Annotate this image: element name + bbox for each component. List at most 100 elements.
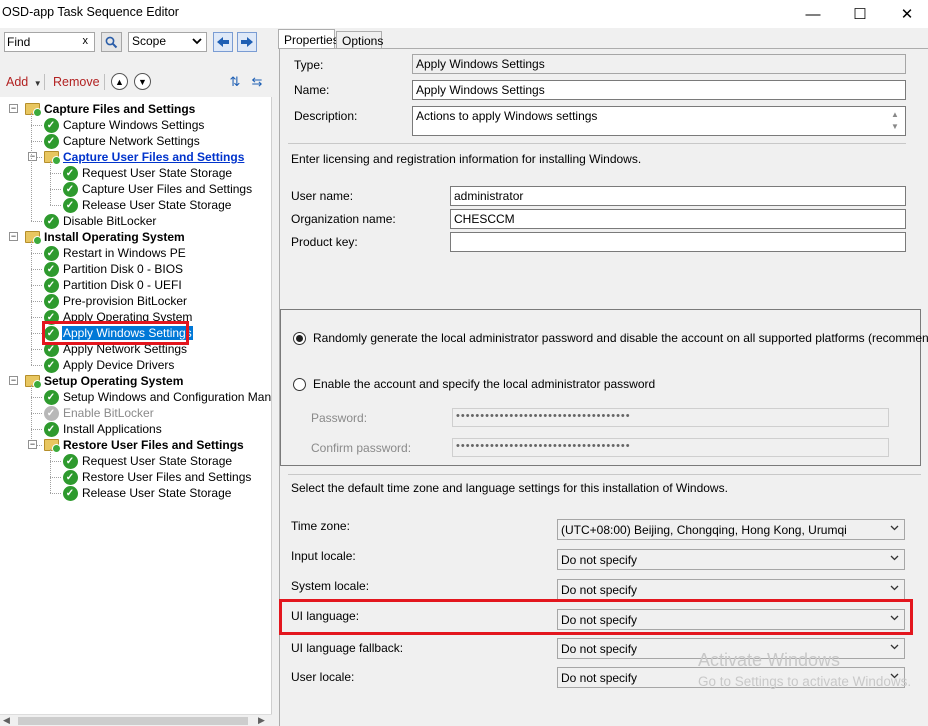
scroll-left-icon[interactable]: ◀ [3, 715, 10, 726]
type-field: Apply Windows Settings [412, 54, 906, 74]
tree-item-label: Install Applications [63, 422, 162, 436]
password-input[interactable]: •••••••••••••••••••••••••••••••••••• [452, 408, 889, 427]
collapse-toggle-icon[interactable]: − [9, 232, 18, 241]
activation-watermark-title: Activate Windows [698, 650, 841, 670]
scrollbar-thumb[interactable] [18, 717, 248, 725]
tree-connector [31, 333, 42, 334]
tree-item-label: Partition Disk 0 - UEFI [63, 278, 182, 292]
add-label: Add [6, 75, 29, 89]
ui-fallback-value: Do not specify [561, 642, 638, 656]
step-check-icon: ✓ [43, 293, 59, 309]
tree-item[interactable]: ✓ Partition Disk 0 - UEFI [43, 277, 183, 293]
step-check-icon: ✓ [43, 277, 59, 293]
move-down-button[interactable]: ▼ [134, 73, 151, 90]
timezone-label: Time zone: [291, 519, 350, 533]
scroll-right-icon[interactable]: ▶ [258, 715, 265, 726]
tree-item[interactable]: ✓ Apply Device Drivers [43, 357, 175, 373]
move-down-icon: ▼ [138, 76, 147, 87]
tree-item-label: Request User State Storage [82, 166, 233, 180]
find-button[interactable] [101, 32, 122, 52]
tree-connector [50, 493, 61, 494]
tree-item[interactable]: ✓ Enable BitLocker [43, 405, 155, 421]
arrow-left-icon [217, 37, 229, 47]
task-sequence-tree[interactable]: − Capture Files and Settings ✓ Capture Wind… [0, 97, 272, 726]
collapse-toggle-icon[interactable]: − [28, 440, 37, 449]
tree-item[interactable]: ✓ Restore User Files and Settings [62, 469, 252, 485]
tree-item[interactable]: Capture User Files and Settings [43, 149, 245, 165]
random-password-label: Randomly generate the local administrato… [313, 331, 928, 345]
radio-unselected[interactable] [293, 377, 306, 391]
tree-connector [50, 189, 61, 190]
tab-options[interactable]: Options [336, 31, 383, 49]
collapse-toggle-icon[interactable]: − [28, 152, 37, 161]
input-locale-select[interactable]: Do not specify [557, 549, 905, 570]
tab-properties[interactable]: Properties [278, 29, 339, 49]
tree-item[interactable]: Install Operating System [24, 229, 186, 245]
input-locale-label: Input locale: [291, 549, 356, 563]
disabled-step-icon: ✓ [43, 405, 59, 421]
collapse-toggle-icon[interactable]: − [9, 376, 18, 385]
system-locale-select[interactable]: Do not specify [557, 579, 905, 600]
find-field[interactable]: x [4, 32, 95, 52]
description-input[interactable]: Actions to apply Windows settings [412, 106, 906, 136]
chevron-down-icon [889, 582, 900, 596]
tree-item-label: Enable BitLocker [63, 406, 154, 420]
timezone-select[interactable]: (UTC+08:00) Beijing, Chongqing, Hong Kon… [557, 519, 905, 540]
tree-item-label: Restart in Windows PE [63, 246, 186, 260]
expand-all-button[interactable]: ⇅ [226, 73, 244, 91]
tree-item[interactable]: Setup Operating System [24, 373, 184, 389]
tree-item[interactable]: ✓ Capture Windows Settings [43, 117, 205, 133]
tree-item[interactable]: ✓ Partition Disk 0 - BIOS [43, 261, 184, 277]
tree-item[interactable]: ✓ Request User State Storage [62, 165, 233, 181]
tree-item[interactable]: ✓ Release User State Storage [62, 197, 232, 213]
find-next-button[interactable] [237, 32, 257, 52]
separator [288, 474, 921, 475]
move-up-button[interactable]: ▲ [111, 73, 128, 90]
tree-item[interactable]: ✓ Restart in Windows PE [43, 245, 187, 261]
username-input[interactable]: administrator [450, 186, 906, 206]
collapse-toggle-icon[interactable]: − [9, 104, 18, 113]
step-check-icon: ✓ [43, 133, 59, 149]
add-menu-button[interactable]: Add ▼ [6, 75, 42, 89]
group-folder-icon [43, 149, 61, 165]
tree-horizontal-scrollbar[interactable]: ◀ ▶ [0, 714, 272, 726]
type-label: Type: [294, 58, 324, 72]
scope-select[interactable]: Scope [128, 32, 207, 52]
tree-item[interactable]: ✓ Pre-provision BitLocker [43, 293, 188, 309]
tree-connector [31, 365, 42, 366]
ui-fallback-label: UI language fallback: [291, 641, 404, 655]
description-scroll-arrows[interactable]: ▲ ▼ [888, 109, 902, 135]
random-password-option[interactable]: Randomly generate the local administrato… [293, 331, 928, 345]
toolbar-divider [44, 74, 45, 90]
tree-connector [31, 413, 42, 414]
tree-item-label: Restore User Files and Settings [82, 470, 252, 484]
tree-item[interactable]: ✓ Setup Windows and Configuration Manager [43, 389, 271, 405]
find-previous-button[interactable] [213, 32, 233, 52]
tree-item-label: Capture Files and Settings [44, 102, 196, 116]
tree-item[interactable]: ✓ Request User State Storage [62, 453, 233, 469]
collapse-all-button[interactable]: ⇆ [248, 73, 266, 91]
maximize-button[interactable]: ☐ [837, 0, 883, 28]
minimize-button[interactable]: — [790, 0, 836, 28]
tree-item[interactable]: ✓ Release User State Storage [62, 485, 232, 501]
tree-connector [31, 141, 42, 142]
tree-item[interactable]: ✓ Capture Network Settings [43, 133, 201, 149]
name-input[interactable]: Apply Windows Settings [412, 80, 906, 100]
tree-item[interactable]: ✓ Capture User Files and Settings [62, 181, 253, 197]
tree-item[interactable]: ✓ Install Applications [43, 421, 163, 437]
close-button[interactable]: ✕ [884, 0, 928, 28]
tree-item[interactable]: Capture Files and Settings [24, 101, 196, 117]
user-locale-label: User locale: [291, 670, 355, 684]
confirm-password-input[interactable]: •••••••••••••••••••••••••••••••••••• [452, 438, 889, 457]
radio-selected[interactable] [293, 331, 306, 345]
organization-input[interactable]: CHESCCM [450, 209, 906, 229]
activation-watermark-text: Go to Settings to activate Windows. [698, 674, 912, 689]
username-label: User name: [291, 189, 354, 203]
find-input[interactable] [5, 33, 77, 51]
clear-find-button[interactable]: x [83, 35, 89, 47]
product-key-input[interactable] [450, 232, 906, 252]
tree-item[interactable]: ✓ Disable BitLocker [43, 213, 157, 229]
tree-item[interactable]: Restore User Files and Settings [43, 437, 245, 453]
remove-button[interactable]: Remove [53, 75, 100, 89]
specify-password-option[interactable]: Enable the account and specify the local… [293, 377, 655, 391]
